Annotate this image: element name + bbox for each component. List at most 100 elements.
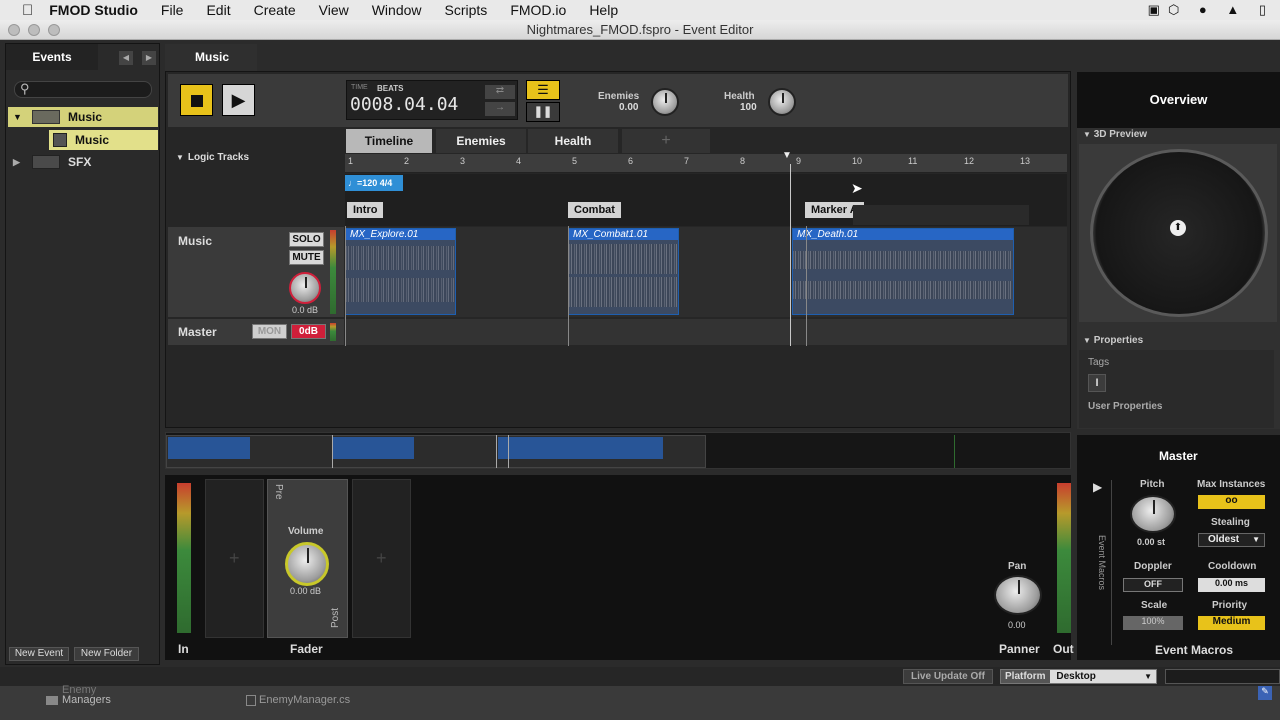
playhead-icon[interactable]: ▼ xyxy=(782,150,792,161)
cooldown-field[interactable]: 0.00 ms xyxy=(1198,578,1265,592)
menu-scripts[interactable]: Scripts xyxy=(445,2,488,18)
clip-explore[interactable]: MX_Explore.01 xyxy=(345,228,456,315)
play-button[interactable]: ▶ xyxy=(222,84,255,116)
master-volume-button[interactable]: 0dB xyxy=(291,324,326,339)
menu-file[interactable]: File xyxy=(161,2,184,18)
tab-timeline[interactable]: Timeline xyxy=(346,129,432,153)
menu-create[interactable]: Create xyxy=(254,2,296,18)
expand-triangle-icon[interactable]: ▼ xyxy=(13,107,22,127)
overview-clip xyxy=(332,437,414,459)
timeline-list-button[interactable]: ☰ xyxy=(526,80,560,100)
deck-panel: In + Pre Volume 0.00 dB Post Fader + Pan… xyxy=(165,475,1074,660)
platform-selector[interactable]: Platform Desktop ▼ xyxy=(1000,669,1157,684)
follow-icon[interactable]: → xyxy=(485,102,515,116)
scale-field[interactable]: 100% xyxy=(1123,616,1183,630)
ruler-tick: 7 xyxy=(684,156,690,166)
beats-mode-label[interactable]: BEATS xyxy=(377,84,404,93)
track-master-header[interactable]: Master MON 0dB xyxy=(168,319,344,345)
loop-icon[interactable]: ⇄ xyxy=(485,85,515,99)
tree-item-label: SFX xyxy=(68,155,92,169)
monitor-button[interactable]: MON xyxy=(252,324,287,339)
track-volume-knob[interactable] xyxy=(289,272,321,304)
tree-folder-sfx[interactable]: ▶ SFX xyxy=(8,152,158,172)
tab-health[interactable]: Health xyxy=(528,129,618,153)
solo-button[interactable]: SOLO xyxy=(289,232,324,247)
3d-preview-header[interactable]: ▼ 3D Preview xyxy=(1083,129,1147,140)
tempo-marker[interactable]: ♩=120 4/4 xyxy=(345,175,403,191)
menu-fmodio[interactable]: FMOD.io xyxy=(510,2,566,18)
folder-icon xyxy=(32,155,60,169)
marker-a-region xyxy=(853,205,1029,225)
track-music-header[interactable]: Music SOLO MUTE 0.0 dB xyxy=(168,227,344,317)
pause-button[interactable]: ❚❚ xyxy=(526,102,560,122)
back-arrow-icon[interactable]: ◀ xyxy=(119,51,133,65)
menu-edit[interactable]: Edit xyxy=(206,2,230,18)
platform-label: Platform xyxy=(1001,670,1050,683)
logic-tracks-header[interactable]: ▼ Logic Tracks xyxy=(176,152,249,163)
fader-volume-knob[interactable] xyxy=(285,542,329,586)
priority-dropdown[interactable]: Medium xyxy=(1198,616,1265,630)
stealing-label: Stealing xyxy=(1211,517,1250,528)
status-field[interactable] xyxy=(1165,669,1280,684)
track-music-lane[interactable]: MX_Explore.01 MX_Combat1.01 MX_Death.01 xyxy=(345,227,1067,317)
tab-enemies[interactable]: Enemies xyxy=(436,129,526,153)
ruler-tick: 1 xyxy=(348,156,354,166)
doppler-toggle[interactable]: OFF xyxy=(1123,578,1183,592)
editor-tab-music[interactable]: Music xyxy=(165,44,257,71)
fader-label: Fader xyxy=(290,642,323,656)
time-mode-label[interactable]: TIME xyxy=(351,84,368,91)
expand-triangle-icon: ▼ xyxy=(1083,336,1091,345)
effect-slot-empty[interactable]: + xyxy=(352,479,411,638)
3d-preview-canvas[interactable]: ⬆ xyxy=(1079,144,1277,322)
mute-button[interactable]: MUTE xyxy=(289,250,324,265)
stop-button[interactable] xyxy=(180,84,213,116)
new-event-button[interactable]: New Event xyxy=(9,647,69,661)
clip-combat[interactable]: MX_Combat1.01 xyxy=(568,228,679,315)
tree-folder-music[interactable]: ▼ Music xyxy=(8,107,158,127)
tab-add[interactable]: + xyxy=(622,129,710,153)
properties-header[interactable]: ▼ Properties xyxy=(1083,335,1143,346)
effect-slot-empty[interactable]: + xyxy=(205,479,264,638)
marker-combat[interactable]: Combat xyxy=(568,202,621,218)
search-input[interactable]: ⚲ xyxy=(14,81,152,98)
menu-view[interactable]: View xyxy=(319,2,349,18)
close-window-button[interactable] xyxy=(8,24,20,36)
menu-window[interactable]: Window xyxy=(372,2,422,18)
ruler-tick: 5 xyxy=(572,156,578,166)
forward-arrow-icon[interactable]: ▶ xyxy=(142,51,156,65)
collapse-triangle-icon[interactable]: ▶ xyxy=(13,152,20,172)
pan-knob[interactable] xyxy=(994,575,1042,615)
macros-master-title: Master xyxy=(1159,449,1198,463)
add-effect-icon[interactable]: + xyxy=(229,548,240,569)
health-knob[interactable] xyxy=(768,88,796,116)
track-master-lane[interactable] xyxy=(345,319,1067,345)
pitch-label: Pitch xyxy=(1140,479,1165,490)
ruler-tick: 11 xyxy=(908,156,918,166)
live-update-button[interactable]: Live Update Off xyxy=(903,669,993,684)
fader-module[interactable]: Pre Volume 0.00 dB Post xyxy=(267,479,348,638)
new-folder-button[interactable]: New Folder xyxy=(74,647,139,661)
listener-icon[interactable]: ⬆ xyxy=(1170,220,1186,236)
tree-item-label: Music xyxy=(68,110,103,124)
stealing-dropdown[interactable]: Oldest ▼ xyxy=(1198,533,1265,547)
doppler-label: Doppler xyxy=(1134,561,1172,572)
overview-line xyxy=(508,435,509,468)
add-effect-icon[interactable]: + xyxy=(376,548,387,569)
overview-strip[interactable] xyxy=(165,432,1071,469)
minimize-window-button[interactable] xyxy=(28,24,40,36)
app-name-menu[interactable]: FMOD Studio xyxy=(49,2,138,18)
apple-icon[interactable]:  xyxy=(22,2,33,19)
tree-event-music[interactable]: Music xyxy=(49,130,158,150)
add-tag-button[interactable]: I xyxy=(1088,374,1106,392)
macros-play-icon[interactable]: ▶ xyxy=(1093,480,1102,494)
clip-death[interactable]: MX_Death.01 xyxy=(792,228,1014,315)
timeline-ruler[interactable]: 1 2 3 4 5 6 7 8 9 10 11 12 13 ▼ xyxy=(345,150,1067,173)
max-instances-field[interactable]: oo xyxy=(1198,495,1265,509)
marker-intro[interactable]: Intro xyxy=(347,202,384,218)
pitch-knob[interactable] xyxy=(1130,495,1176,533)
events-tab[interactable]: Events xyxy=(6,44,98,70)
zoom-window-button[interactable] xyxy=(48,24,60,36)
menu-help[interactable]: Help xyxy=(589,2,618,18)
events-browser: Events ◀ ▶ ⚲ ▼ Music Music ▶ SFX New Eve… xyxy=(5,43,160,665)
enemies-knob[interactable] xyxy=(651,88,679,116)
